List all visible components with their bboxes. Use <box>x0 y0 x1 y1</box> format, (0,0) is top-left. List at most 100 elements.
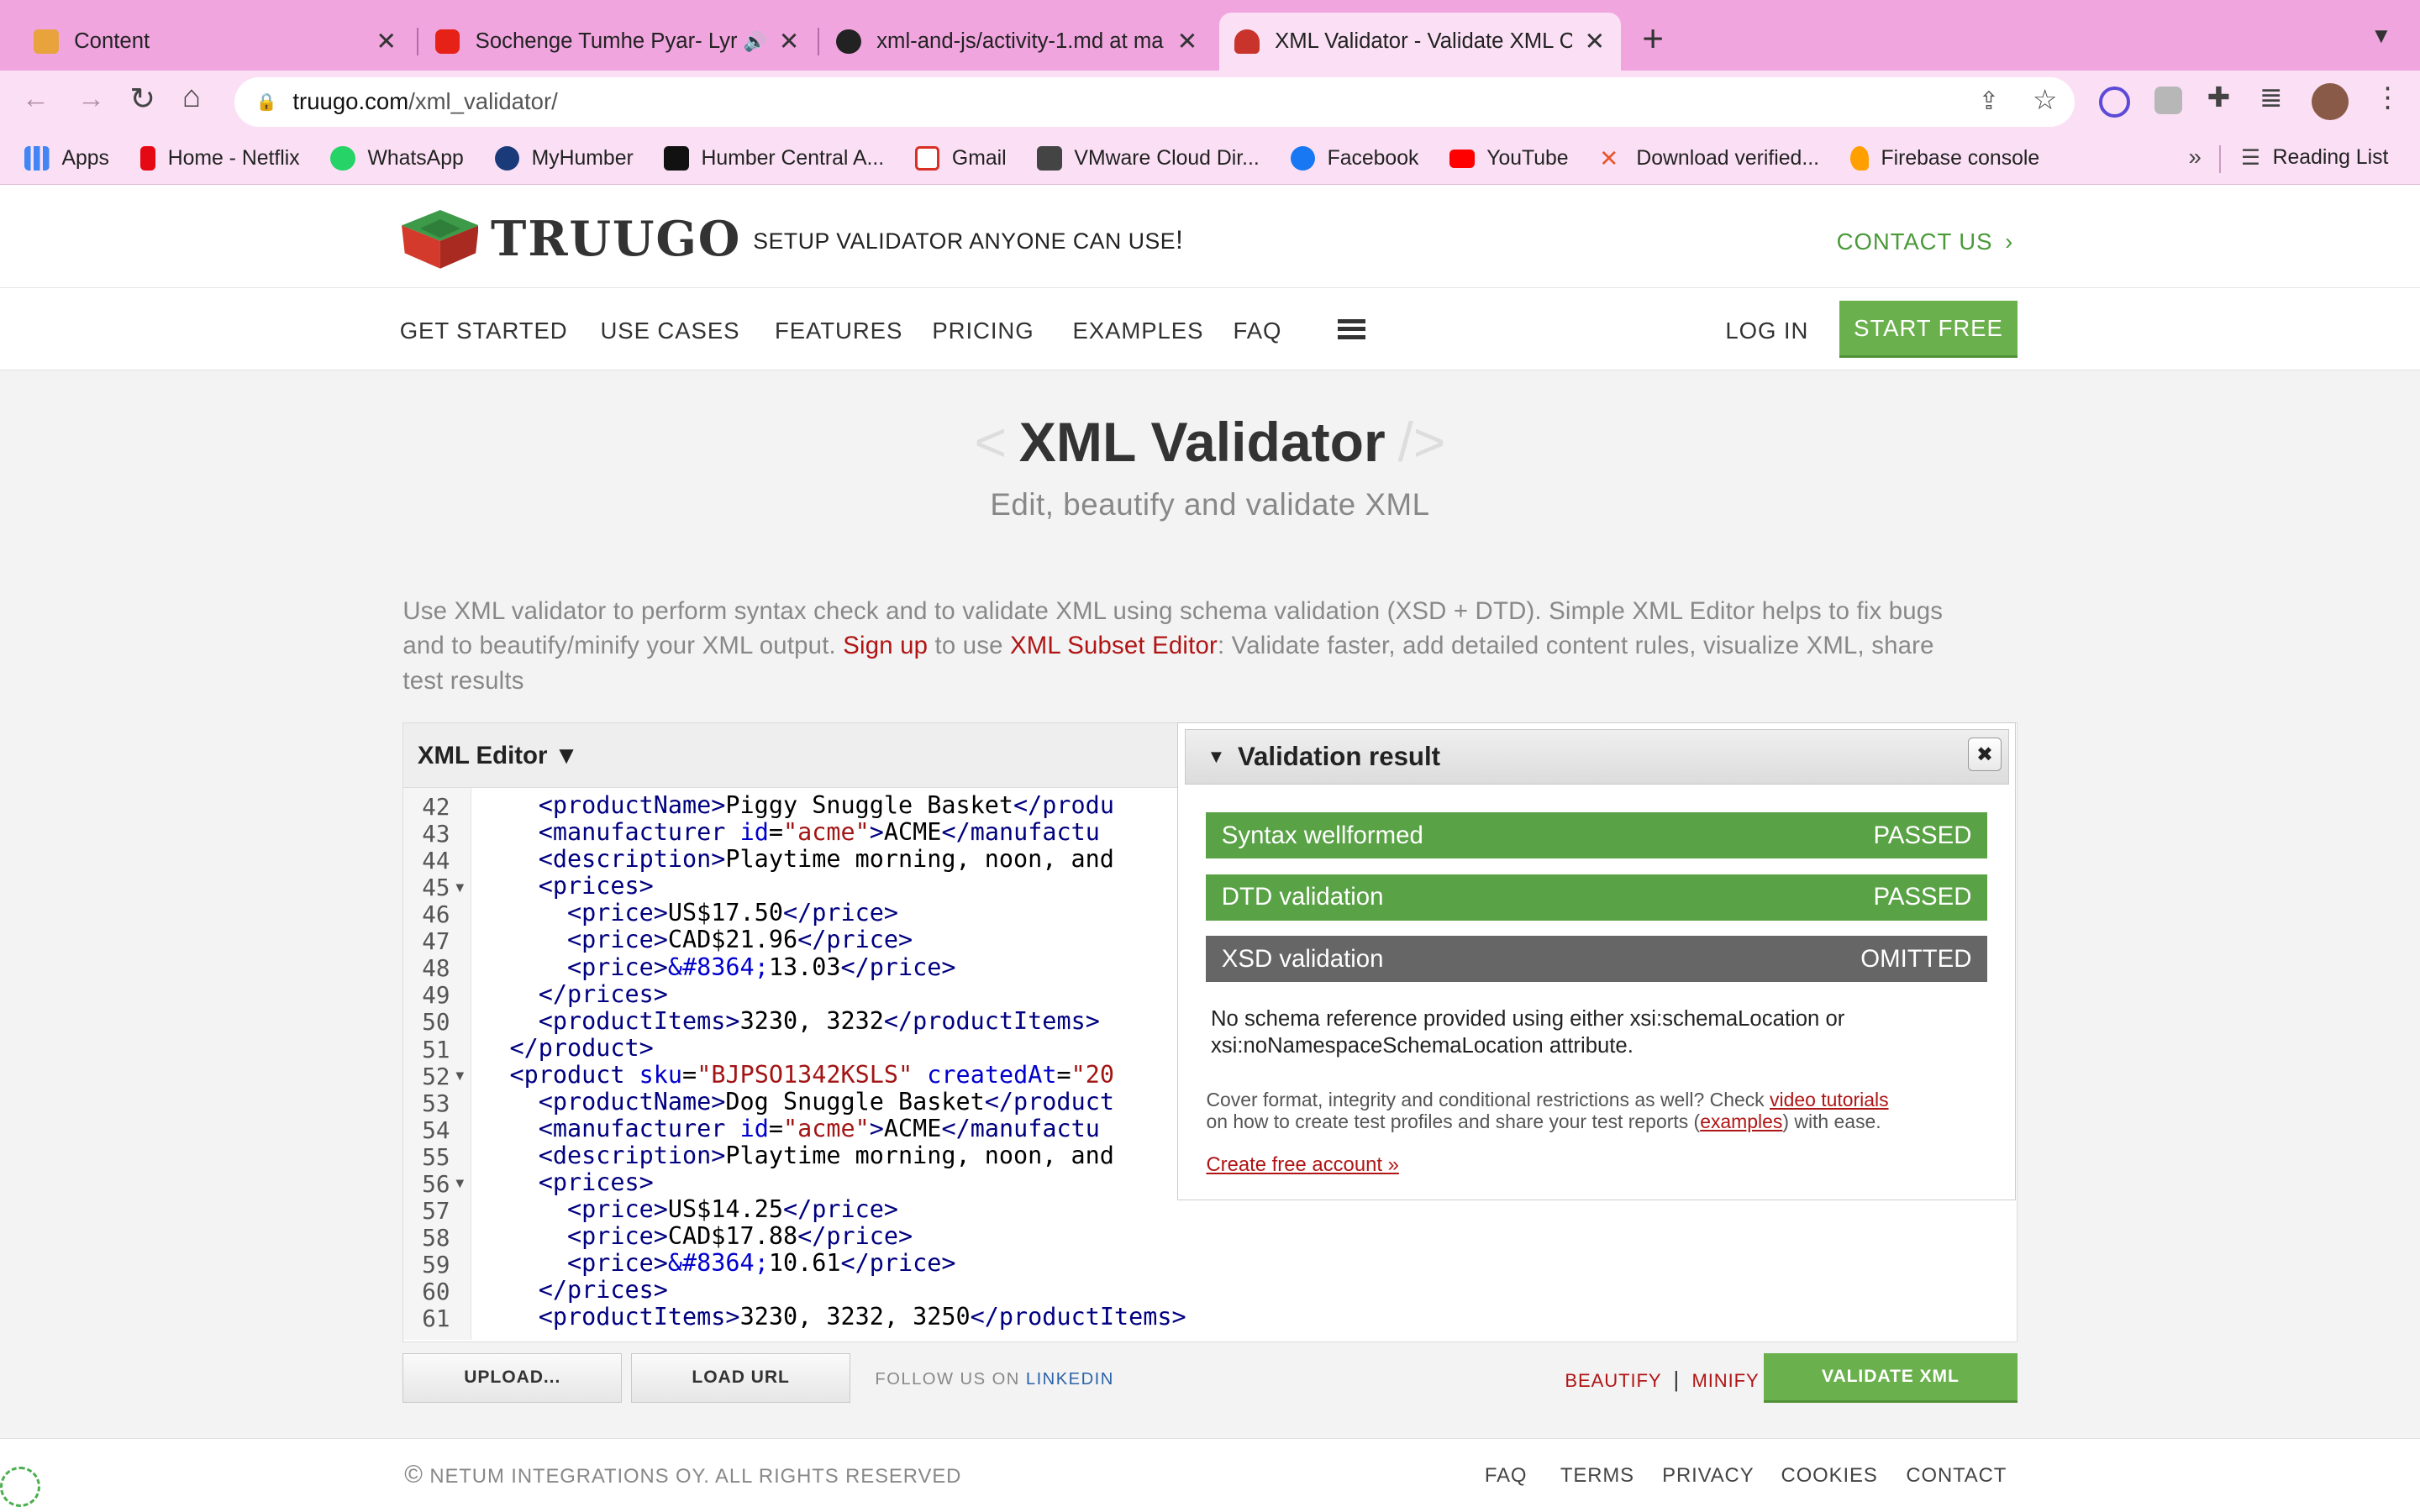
code-token: </prices> <box>481 979 668 1008</box>
bookmark-myhumber[interactable]: MyHumber <box>494 145 634 171</box>
tagline-mark: ! <box>1176 225 1184 255</box>
bookmark-humber-central[interactable]: Humber Central A... <box>664 145 884 171</box>
bookmark-download-verified[interactable]: ✕ Download verified... <box>1599 146 1819 171</box>
home-icon[interactable]: ⌂ <box>182 79 201 114</box>
truugo-logo[interactable]: TRUUGO <box>401 209 742 269</box>
close-tab-icon[interactable]: ✕ <box>376 27 397 56</box>
footer-contact-link[interactable]: CONTACT <box>1906 1464 2007 1488</box>
collapse-triangle-icon[interactable]: ▼ <box>1207 746 1225 768</box>
address-bar[interactable]: 🔒 truugo.com/xml_validator/ ⇪ ☆ <box>234 76 2075 127</box>
line-number: 45 <box>422 874 450 902</box>
note-line-2: xsi:noNamespaceSchemaLocation attribute. <box>1210 1033 1634 1058</box>
tab-title: Sochenge Tumhe Pyar- Lyr <box>475 29 738 54</box>
examples-link[interactable]: examples <box>1700 1110 1782 1132</box>
line-number: 46 <box>422 901 450 929</box>
audio-icon[interactable]: 🔊 <box>744 31 766 53</box>
close-tab-icon[interactable]: ✕ <box>1177 27 1198 56</box>
line-number: 43 <box>422 821 450 848</box>
fold-toggle-icon[interactable]: ▼ <box>453 1175 466 1192</box>
profile-avatar[interactable] <box>2312 83 2349 121</box>
nav-pricing[interactable]: PRICING <box>932 318 1034 344</box>
footer-terms-link[interactable]: TERMS <box>1560 1464 1634 1488</box>
code-token: Playtime morning, noon, and <box>725 845 1114 874</box>
back-arrow-icon[interactable]: ← <box>22 83 50 115</box>
bookmark-vmware[interactable]: VMware Cloud Dir... <box>1037 145 1260 171</box>
forward-arrow-icon[interactable]: → <box>77 83 105 115</box>
bookmark-gmail[interactable]: Gmail <box>914 145 1007 171</box>
reading-list-button[interactable]: ☰ Reading List <box>2241 145 2389 171</box>
minify-link[interactable]: MINIFY <box>1691 1370 1759 1391</box>
tab-sochenge[interactable]: Sochenge Tumhe Pyar- Lyr 🔊 ✕ <box>420 13 815 71</box>
download-x-icon: ✕ <box>1599 144 1619 171</box>
myhumber-icon <box>494 145 519 171</box>
bookmark-netflix[interactable]: Home - Netflix <box>139 145 300 171</box>
line-number: 54 <box>422 1116 450 1144</box>
bookmark-youtube[interactable]: YouTube <box>1449 147 1569 171</box>
result-label: Syntax wellformed <box>1221 821 1423 849</box>
code-token: <productItems> <box>481 1303 740 1331</box>
login-link[interactable]: LOG IN <box>1725 318 1808 344</box>
close-tab-icon[interactable]: ✕ <box>779 27 800 56</box>
browser-menu-icon[interactable]: ⋮ <box>2374 81 2402 114</box>
code-token: </price> <box>840 1249 956 1278</box>
load-url-button[interactable]: LOAD URL <box>631 1352 850 1403</box>
bookmark-label: Download verified... <box>1636 146 1819 170</box>
code-token: ACME <box>883 818 942 847</box>
share-icon[interactable]: ⇪ <box>1979 87 2000 116</box>
tab-xml-validator[interactable]: XML Validator - Validate XML C ✕ <box>1218 12 1621 71</box>
linkedin-link[interactable]: LINKEDIN <box>1026 1370 1114 1389</box>
code-token: US$17.50 <box>667 899 783 927</box>
code-token: <price> <box>481 899 668 927</box>
code-token: sku <box>639 1060 683 1089</box>
xml-subset-editor-link[interactable]: XML Subset Editor <box>1010 632 1218 659</box>
tab-content[interactable]: Content ✕ <box>18 13 412 71</box>
nav-use-cases[interactable]: USE CASES <box>600 318 739 344</box>
nav-get-started[interactable]: GET STARTED <box>400 318 568 344</box>
more-bookmarks-chevron[interactable]: » <box>2188 144 2201 171</box>
validate-xml-button[interactable]: VALIDATE XML <box>1764 1352 2018 1403</box>
editor-title-toggle[interactable]: XML Editor ▼ <box>418 742 579 770</box>
nav-faq[interactable]: FAQ <box>1234 318 1282 344</box>
humber-central-icon <box>664 145 689 171</box>
code-token: <productItems> <box>481 1006 740 1035</box>
extension-circle-icon[interactable] <box>2098 86 2130 118</box>
close-tab-icon[interactable]: ✕ <box>1585 27 1606 56</box>
fold-toggle-icon[interactable]: ▼ <box>453 879 466 896</box>
code-token: <price> <box>481 926 668 954</box>
recycle-widget-icon[interactable] <box>0 1466 40 1507</box>
tab-search-chevron-down-icon[interactable]: ▼ <box>2370 24 2391 49</box>
bookmark-facebook[interactable]: Facebook <box>1290 145 1418 171</box>
contact-us-link[interactable]: CONTACT US › <box>1837 228 2013 255</box>
extensions-puzzle-icon[interactable]: ✚ <box>2207 81 2230 114</box>
hamburger-menu-icon[interactable] <box>1338 319 1366 340</box>
start-free-button[interactable]: START FREE <box>1839 301 2018 359</box>
extension-grey-icon[interactable] <box>2154 86 2183 114</box>
nav-features[interactable]: FEATURES <box>775 318 902 344</box>
media-control-icon[interactable]: ≣ <box>2260 81 2283 114</box>
bookmark-whatsapp[interactable]: WhatsApp <box>330 145 464 171</box>
reload-icon[interactable]: ↻ <box>129 81 155 117</box>
video-tutorials-link[interactable]: video tutorials <box>1770 1089 1889 1110</box>
signup-link[interactable]: Sign up <box>843 632 928 659</box>
code-token: <productName> <box>481 1087 726 1116</box>
new-tab-button[interactable]: + <box>1642 18 1664 60</box>
tab-github[interactable]: xml-and-js/activity-1.md at ma ✕ <box>821 13 1213 71</box>
create-free-account-link[interactable]: Create free account » <box>1206 1153 1398 1177</box>
bookmark-star-icon[interactable]: ☆ <box>2033 83 2058 117</box>
bookmark-firebase[interactable]: Firebase console <box>1849 145 2039 171</box>
footer-cookies-link[interactable]: COOKIES <box>1781 1464 1878 1488</box>
fold-toggle-icon[interactable]: ▼ <box>453 1068 466 1084</box>
validation-header[interactable]: ▼ Validation result ✖ <box>1184 728 2009 785</box>
footer-faq-link[interactable]: FAQ <box>1485 1464 1528 1488</box>
bookmark-apps[interactable]: Apps <box>24 145 109 171</box>
nav-examples[interactable]: EXAMPLES <box>1073 318 1204 344</box>
code-token: <description> <box>481 845 726 874</box>
beautify-link[interactable]: BEAUTIFY <box>1565 1370 1661 1391</box>
code-line: <price>US$17.50</price> <box>481 900 898 927</box>
close-icon[interactable]: ✖ <box>1967 738 2002 772</box>
footer-privacy-link[interactable]: PRIVACY <box>1662 1464 1754 1488</box>
upload-button[interactable]: UPLOAD... <box>402 1352 623 1403</box>
intro-line-3: test results <box>402 666 524 695</box>
code-token: <prices> <box>481 872 654 900</box>
code-line: <description>Playtime morning, noon, and <box>481 846 1114 873</box>
